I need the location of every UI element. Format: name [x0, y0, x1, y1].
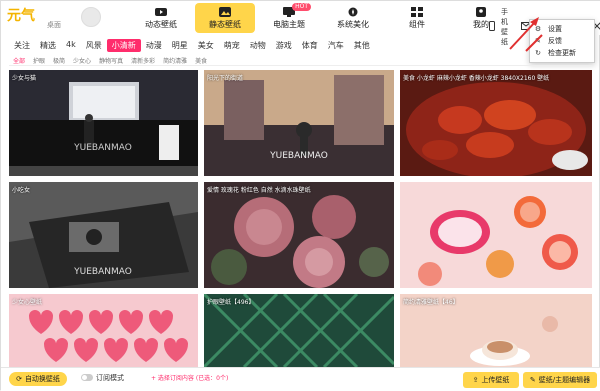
card-label: 阳光下的街道 — [207, 75, 244, 82]
hot-badge: HOT — [292, 3, 311, 11]
editor-label: 壁纸/主题编辑器 — [538, 376, 591, 384]
card-label: 少女与猫 — [12, 75, 37, 82]
wallpaper-image — [400, 70, 592, 176]
avatar[interactable] — [81, 7, 101, 27]
refresh-icon: ⟳ — [16, 375, 22, 383]
wallpaper-card[interactable]: YUEBANMAO 小吃女 — [9, 182, 198, 288]
category-pets[interactable]: 萌宠 — [219, 39, 245, 52]
watermark-text: YUEBANMAO — [73, 267, 132, 277]
bottom-toolbar: ⟳ 自动换壁纸 订阅模式 + 选择订阅内容 (已选：0个) ⇪ 上传壁纸 ✎ 壁… — [1, 367, 600, 391]
app-window: 元气 桌面 动态壁纸 静态壁纸 HOT 电脑主题 系统美化 组件 我的 手机壁纸… — [0, 0, 600, 391]
subcategory-eye-care[interactable]: 护眼 — [29, 56, 49, 65]
upload-wallpaper-button[interactable]: ⇪ 上传壁纸 — [463, 372, 519, 388]
tab-label: 静态壁纸 — [209, 19, 241, 29]
category-cars[interactable]: 汽车 — [323, 39, 349, 52]
category-follow[interactable]: 关注 — [9, 39, 35, 52]
card-label: 小吃女 — [12, 187, 31, 194]
upload-label: 上传壁纸 — [481, 376, 510, 384]
wallpaper-card[interactable]: YUEBANMAO 阳光下的街道 — [204, 70, 394, 176]
category-games[interactable]: 游戏 — [271, 39, 297, 52]
wallpaper-image: YUEBANMAO — [9, 182, 198, 288]
tab-label: 我的 — [473, 19, 489, 29]
card-label: 少女心壁纸 — [12, 299, 43, 306]
select-subscription-link[interactable]: + 选择订阅内容 (已选：0个) — [151, 373, 228, 382]
subcategory-minimal[interactable]: 极简 — [49, 56, 69, 65]
logo-sub: 桌面 — [47, 21, 61, 29]
tab-widgets[interactable]: 组件 — [387, 3, 447, 33]
subcategory-elegant[interactable]: 简约清雅 — [159, 56, 191, 65]
category-scenery[interactable]: 风景 — [81, 39, 107, 52]
wallpaper-image: YUEBANMAO — [9, 70, 198, 176]
card-label: 简约清雅壁纸【46】 — [403, 299, 459, 306]
subcategory-food[interactable]: 美食 — [191, 56, 211, 65]
wallpaper-card[interactable]: 简约清雅壁纸【46】 — [400, 294, 592, 367]
wallpaper-image — [400, 182, 592, 288]
category-animals[interactable]: 动物 — [245, 39, 271, 52]
tab-static-wallpaper[interactable]: 静态壁纸 — [195, 3, 255, 33]
tab-label: 动态壁纸 — [145, 19, 177, 29]
image-icon — [219, 6, 231, 17]
wallpaper-card[interactable] — [400, 182, 592, 288]
user-icon — [475, 6, 487, 17]
category-other[interactable]: 其他 — [349, 39, 375, 52]
card-label: 爱情 玫瑰花 粉红色 自然 水滴水珠壁纸 — [207, 187, 311, 194]
tab-label: 系统美化 — [337, 19, 369, 29]
tab-dynamic-wallpaper[interactable]: 动态壁纸 — [131, 3, 191, 33]
play-icon — [155, 7, 167, 17]
wallpaper-card[interactable]: 美食 小龙虾 麻辣小龙虾 香辣小龙虾 3840X2160 壁纸 — [400, 70, 592, 176]
tab-label: 组件 — [409, 19, 425, 29]
toggle-icon — [81, 373, 93, 383]
tab-system-beautify[interactable]: 系统美化 — [323, 3, 383, 33]
widgets-icon — [411, 6, 423, 17]
app-logo[interactable]: 元气 桌面 — [7, 5, 63, 31]
sparkle-icon — [347, 7, 359, 17]
category-bar: 关注 精选 4k 风景 小清新 动漫 明星 美女 萌宠 动物 游戏 体育 汽车 … — [9, 39, 375, 52]
category-beauty[interactable]: 美女 — [193, 39, 219, 52]
phone-icon[interactable] — [489, 21, 495, 33]
auto-label: 自动换壁纸 — [24, 375, 60, 383]
wallpaper-image — [204, 182, 394, 288]
divider — [9, 65, 593, 66]
edit-icon: ✎ — [529, 376, 536, 384]
upload-icon: ⇪ — [472, 376, 479, 384]
tab-pc-theme[interactable]: HOT 电脑主题 — [259, 3, 319, 33]
watermark-text: YUEBANMAO — [73, 143, 132, 153]
category-star[interactable]: 明星 — [167, 39, 193, 52]
subcategory-girly[interactable]: 少女心 — [69, 56, 95, 65]
category-anime[interactable]: 动漫 — [141, 39, 167, 52]
card-label: 护眼壁纸【496】 — [207, 299, 255, 306]
wallpaper-image: YUEBANMAO — [204, 70, 394, 176]
subcategory-bar: 全部 护眼 极简 少女心 静物写真 清新多彩 简约清雅 美食 — [9, 56, 211, 65]
wallpaper-card[interactable]: 护眼壁纸【496】 — [204, 294, 394, 367]
category-4k[interactable]: 4k — [61, 39, 81, 52]
logo-text: 元气 — [7, 8, 35, 24]
annotation-arrow — [509, 17, 543, 52]
auto-wallpaper-button[interactable]: ⟳ 自动换壁纸 — [9, 372, 67, 386]
subcategory-colorful[interactable]: 清新多彩 — [127, 56, 159, 65]
subcategory-all[interactable]: 全部 — [9, 56, 29, 65]
wallpaper-card[interactable]: YUEBANMAO 少女与猫 — [9, 70, 198, 176]
card-label: 美食 小龙虾 麻辣小龙虾 香辣小龙虾 3840X2160 壁纸 — [403, 75, 550, 82]
menu-label: 反馈 — [548, 37, 562, 45]
watermark-text: YUEBANMAO — [269, 151, 328, 161]
menu-label: 设置 — [548, 25, 562, 33]
category-fresh[interactable]: 小清新 — [106, 39, 141, 52]
subcategory-still-life[interactable]: 静物写真 — [95, 56, 127, 65]
tab-label: 电脑主题 — [273, 19, 305, 29]
subscribe-mode-toggle[interactable]: 订阅模式 — [81, 373, 124, 383]
mode-label: 订阅模式 — [96, 374, 124, 382]
editor-button[interactable]: ✎ 壁纸/主题编辑器 — [523, 372, 597, 388]
category-featured[interactable]: 精选 — [35, 39, 61, 52]
menu-label: 检查更新 — [548, 49, 576, 57]
wallpaper-card[interactable]: 爱情 玫瑰花 粉红色 自然 水滴水珠壁纸 — [204, 182, 394, 288]
category-sports[interactable]: 体育 — [297, 39, 323, 52]
main-nav: 动态壁纸 静态壁纸 HOT 电脑主题 系统美化 组件 我的 — [131, 3, 511, 33]
wallpaper-card[interactable]: 少女心壁纸 — [9, 294, 198, 367]
